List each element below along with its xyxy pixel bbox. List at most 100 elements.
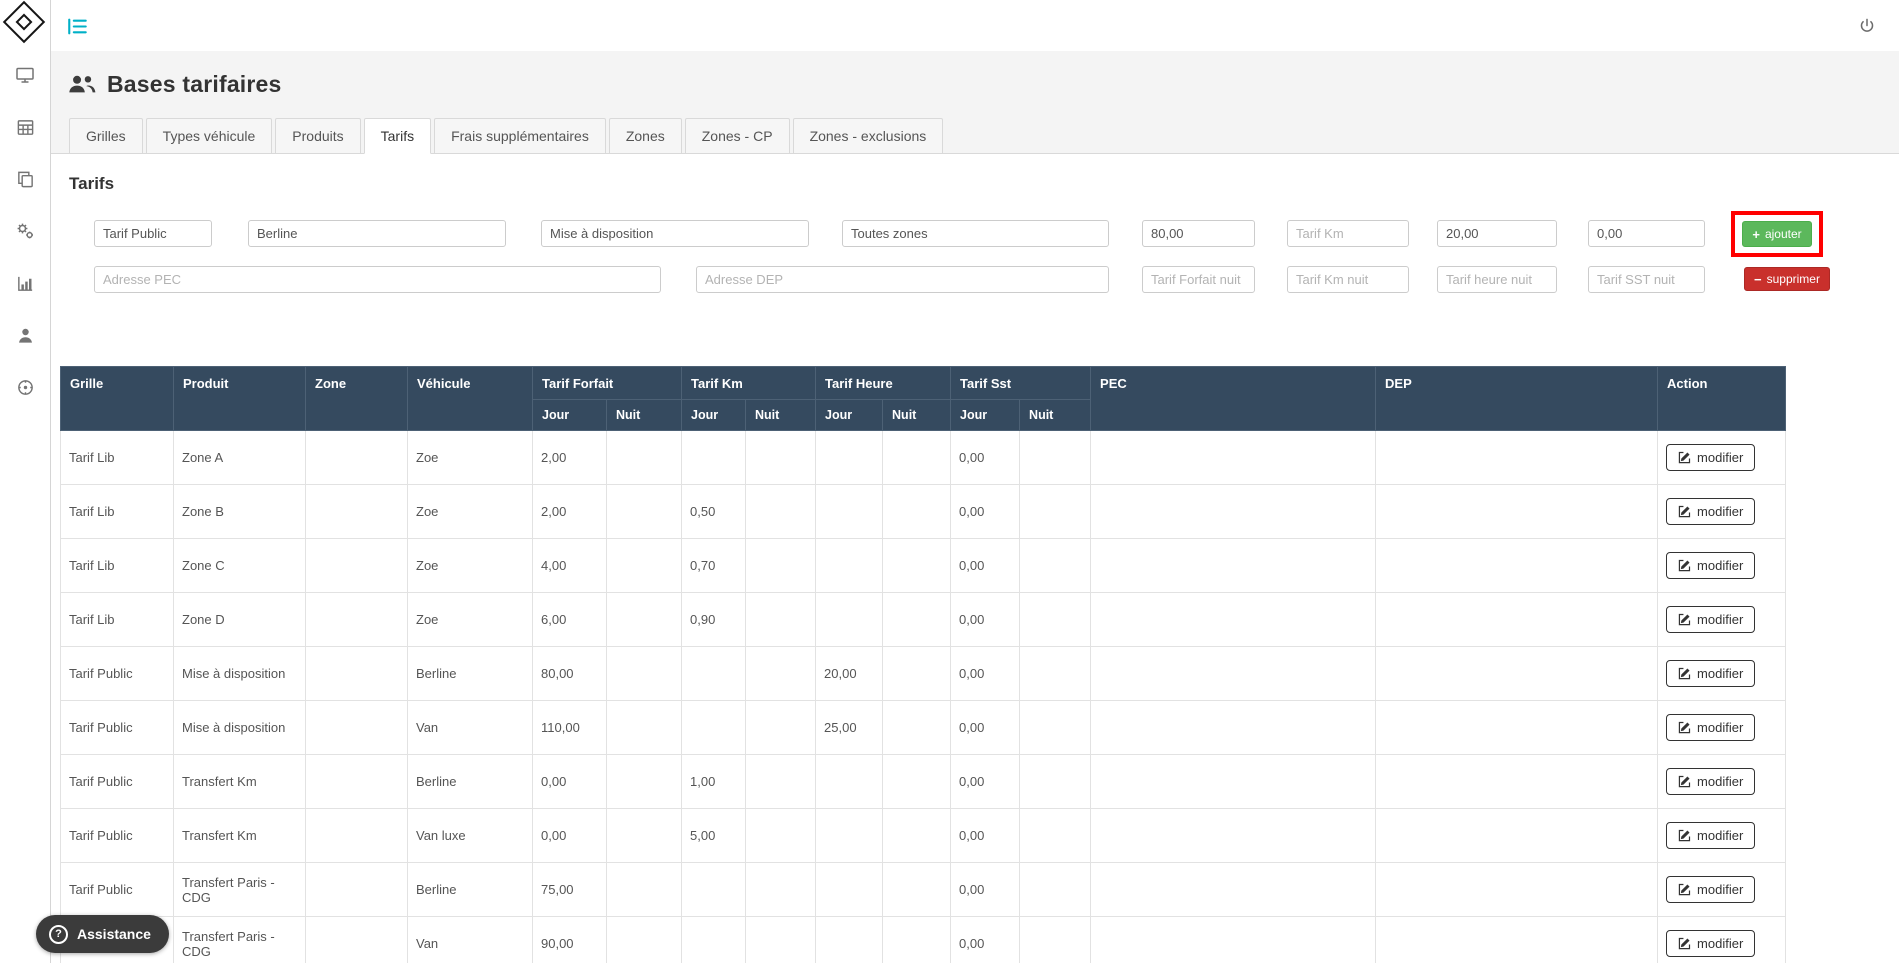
table-row: Tarif LibZone BZoe2,000,500,00modifier	[61, 485, 1786, 539]
modifier-button[interactable]: modifier	[1666, 606, 1755, 633]
adresse-pec-input[interactable]	[94, 266, 661, 293]
cell-action: modifier	[1658, 755, 1786, 809]
modifier-button[interactable]: modifier	[1666, 552, 1755, 579]
modifier-button[interactable]: modifier	[1666, 822, 1755, 849]
cell-sst-jour: 0,00	[951, 647, 1020, 701]
page-title: Bases tarifaires	[51, 67, 1899, 101]
col-pec: PEC	[1091, 367, 1376, 431]
cell-grille: Tarif Public	[61, 863, 174, 917]
produit-input[interactable]	[541, 220, 809, 247]
grille-input[interactable]	[94, 220, 212, 247]
tarif-forfait-nuit-input[interactable]	[1142, 266, 1255, 293]
tarif-heure-input[interactable]	[1437, 220, 1557, 247]
modifier-button[interactable]: modifier	[1666, 768, 1755, 795]
cell-pec	[1091, 701, 1376, 755]
table-row: Tarif PublicTransfert Paris - CDGVan90,0…	[61, 917, 1786, 963]
tab-tarifs[interactable]: Tarifs	[364, 118, 431, 154]
target-icon	[16, 378, 35, 397]
col-km-nuit: Nuit	[746, 400, 816, 431]
table-row: Tarif PublicMise à dispositionBerline80,…	[61, 647, 1786, 701]
tab-zones-cp[interactable]: Zones - CP	[685, 118, 790, 154]
sidebar-item-settings[interactable]	[14, 220, 36, 242]
supprimer-button[interactable]: − supprimer	[1744, 267, 1830, 291]
ajouter-button[interactable]: + ajouter	[1742, 221, 1811, 247]
cell-heure-nuit	[883, 863, 951, 917]
tarif-km-input[interactable]	[1287, 220, 1409, 247]
tab-grilles[interactable]: Grilles	[69, 118, 143, 154]
cell-produit: Transfert Km	[174, 755, 306, 809]
pencil-icon	[1678, 937, 1691, 950]
cell-vehicule: Zoe	[408, 431, 533, 485]
modifier-button[interactable]: modifier	[1666, 876, 1755, 903]
cell-pec	[1091, 917, 1376, 963]
cell-sst-nuit	[1020, 863, 1091, 917]
cell-forfait-nuit	[607, 539, 682, 593]
sidebar-item-user[interactable]	[14, 324, 36, 346]
col-tarif-heure: Tarif Heure	[816, 367, 951, 400]
tarif-sst-input[interactable]	[1588, 220, 1705, 247]
zone-input[interactable]	[842, 220, 1109, 247]
page-title-text: Bases tarifaires	[107, 67, 282, 101]
cell-heure-jour	[816, 809, 883, 863]
cell-km-nuit	[746, 809, 816, 863]
col-tarif-km: Tarif Km	[682, 367, 816, 400]
cell-km-nuit	[746, 485, 816, 539]
modifier-button[interactable]: modifier	[1666, 714, 1755, 741]
cell-sst-nuit	[1020, 701, 1091, 755]
cell-vehicule: Zoe	[408, 485, 533, 539]
sidebar-item-stats[interactable]	[14, 272, 36, 294]
modifier-button[interactable]: modifier	[1666, 660, 1755, 687]
vehicule-input[interactable]	[248, 220, 506, 247]
tab-frais-supplementaires[interactable]: Frais supplémentaires	[434, 118, 606, 154]
tab-produits[interactable]: Produits	[275, 118, 360, 154]
cell-sst-jour: 0,00	[951, 485, 1020, 539]
col-heure-jour: Jour	[816, 400, 883, 431]
tarif-sst-nuit-input[interactable]	[1588, 266, 1705, 293]
cell-heure-jour: 20,00	[816, 647, 883, 701]
cell-action: modifier	[1658, 809, 1786, 863]
adresse-dep-input[interactable]	[696, 266, 1109, 293]
sidebar-item-desktop[interactable]	[14, 64, 36, 86]
cell-action: modifier	[1658, 863, 1786, 917]
tarif-heure-nuit-input[interactable]	[1437, 266, 1557, 293]
table-row: Tarif PublicTransfert Paris - CDGBerline…	[61, 863, 1786, 917]
bar-chart-icon	[16, 274, 35, 293]
table-row: Tarif LibZone AZoe2,000,00modifier	[61, 431, 1786, 485]
cell-pec	[1091, 647, 1376, 701]
cell-forfait-jour: 75,00	[533, 863, 607, 917]
cell-zone	[306, 863, 408, 917]
modifier-button[interactable]: modifier	[1666, 444, 1755, 471]
tab-zones-exclusions[interactable]: Zones - exclusions	[793, 118, 944, 154]
pencil-icon	[1678, 559, 1691, 572]
sidebar-toggle-button[interactable]	[65, 14, 89, 38]
cell-dep	[1376, 701, 1658, 755]
modifier-button[interactable]: modifier	[1666, 930, 1755, 957]
tariff-table: Grille Produit Zone Véhicule Tarif Forfa…	[60, 366, 1786, 963]
tarif-forfait-input[interactable]	[1142, 220, 1255, 247]
cell-dep	[1376, 647, 1658, 701]
copy-icon	[16, 170, 35, 189]
cell-produit: Zone C	[174, 539, 306, 593]
cell-pec	[1091, 485, 1376, 539]
main-content: Bases tarifaires Grilles Types véhicule …	[51, 51, 1899, 963]
cell-km-jour: 5,00	[682, 809, 746, 863]
sidebar-item-copy[interactable]	[14, 168, 36, 190]
modifier-button[interactable]: modifier	[1666, 498, 1755, 525]
tab-types-vehicule[interactable]: Types véhicule	[146, 118, 273, 154]
cell-dep	[1376, 593, 1658, 647]
col-tarif-sst: Tarif Sst	[951, 367, 1091, 400]
tab-zones[interactable]: Zones	[609, 118, 682, 154]
tarif-km-nuit-input[interactable]	[1287, 266, 1409, 293]
assistance-button[interactable]: ? Assistance	[36, 915, 169, 953]
annotation-highlight: + ajouter	[1731, 211, 1823, 257]
sidebar-item-location[interactable]	[14, 376, 36, 398]
col-km-jour: Jour	[682, 400, 746, 431]
power-button[interactable]	[1857, 16, 1877, 36]
cell-produit: Transfert Paris - CDG	[174, 917, 306, 963]
cell-forfait-nuit	[607, 701, 682, 755]
col-sst-jour: Jour	[951, 400, 1020, 431]
cell-produit: Zone D	[174, 593, 306, 647]
sidebar-item-calendar[interactable]	[14, 116, 36, 138]
topbar	[51, 0, 1899, 51]
cell-grille: Tarif Public	[61, 647, 174, 701]
